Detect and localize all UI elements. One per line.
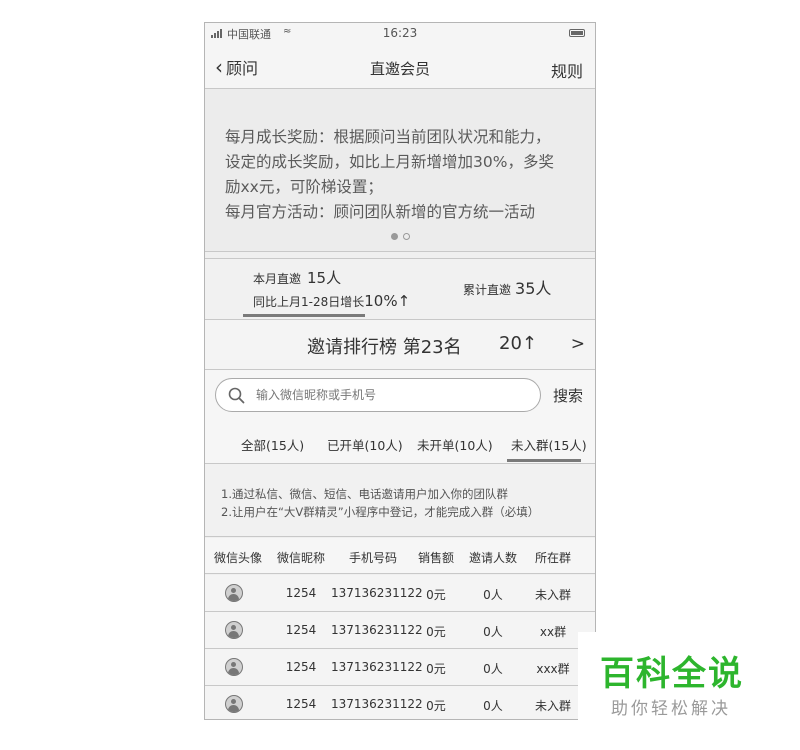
- sales-cell: 0元: [426, 588, 446, 602]
- watermark-slogan: 助你轻松解决: [611, 699, 731, 719]
- table-row[interactable]: 1254 137136231122 0元 0人 xx群: [205, 612, 595, 649]
- table-row[interactable]: 1254 137136231122 0元 0人 未入群: [205, 575, 595, 612]
- instruction-line-1: 1.通过私信、微信、短信、电话邀请用户加入你的团队群: [221, 487, 508, 501]
- sales-cell: 0元: [426, 662, 446, 676]
- phone-cell: 137136231122: [331, 586, 423, 600]
- column-header-sales: 销售额: [417, 551, 454, 565]
- column-header-avatar: 微信头像: [213, 551, 262, 565]
- watermark: 百科全说 助你轻松解决: [578, 632, 800, 750]
- phone-cell: 137136231122: [331, 697, 423, 711]
- back-button[interactable]: ‹ 顾问: [215, 55, 258, 79]
- search-icon: [228, 387, 245, 408]
- promo-banner[interactable]: 每月成长奖励：根据顾问当前团队状况和能力， 设定的成长奖励，如比上月新增增加30…: [205, 89, 595, 252]
- tab-ordered[interactable]: 已开单(10人): [327, 435, 403, 454]
- back-label: 顾问: [226, 59, 259, 78]
- column-header-phone: 手机号码: [348, 551, 397, 565]
- status-time: 16:23: [382, 26, 418, 40]
- total-invites-label: 累计直邀: [463, 283, 512, 297]
- column-header-nickname: 微信昵称: [276, 551, 325, 565]
- tab-all[interactable]: 全部(15人): [241, 435, 304, 454]
- nickname-cell: 1254: [285, 586, 317, 600]
- phone-frame: 中国联通 ≈ 16:23 ‹ 顾问 直邀会员 规则 每月成长奖励：根据顾问当前团…: [204, 22, 596, 720]
- total-invites: 累计直邀 35人: [463, 275, 551, 299]
- banner-line: 设定的成长奖励，如比上月新增增加30%，多奖: [225, 153, 554, 171]
- status-bar: 中国联通 ≈ 16:23: [205, 23, 595, 43]
- search-box[interactable]: [215, 378, 541, 412]
- invites-cell: 0人: [483, 699, 503, 713]
- month-invites-label: 本月直邀: [253, 272, 302, 286]
- column-header-group: 所在群: [534, 551, 571, 565]
- invites-cell: 0人: [483, 588, 503, 602]
- user-avatar-icon: [225, 658, 243, 676]
- user-avatar-icon: [225, 584, 243, 602]
- watermark-logo-text: 百科全说: [600, 654, 744, 694]
- user-avatar-icon: [225, 695, 243, 713]
- instruction-line-2: 2.让用户在“大V群精灵”小程序中登记，才能完成入群（必填）: [221, 505, 540, 519]
- growth-value: 10%↑: [364, 292, 411, 310]
- invites-cell: 0人: [483, 625, 503, 639]
- invites-cell: 0人: [483, 662, 503, 676]
- month-invites: 本月直邀 15人: [253, 267, 341, 288]
- page-title: 直邀会员: [369, 60, 430, 78]
- battery-icon: [569, 29, 585, 37]
- banner-text: 每月成长奖励：根据顾问当前团队状况和能力， 设定的成长奖励，如比上月新增增加30…: [225, 125, 587, 225]
- nickname-cell: 1254: [285, 697, 317, 711]
- growth-stat: 同比上月1-28日增长10%↑: [253, 292, 410, 310]
- nav-bar: ‹ 顾问 直邀会员 规则: [205, 43, 595, 89]
- chevron-right-icon: >: [570, 334, 585, 354]
- filter-tabs: 全部(15人) 已开单(10人) 未开单(10人) 未入群(15人): [205, 420, 595, 464]
- ranking-label: 邀请排行榜 第23名: [307, 337, 462, 358]
- table-row[interactable]: 1254 137136231122 0元 0人 xxx群: [205, 649, 595, 686]
- invite-stats: 本月直邀 15人 同比上月1-28日增长10%↑ 累计直邀 35人: [205, 258, 595, 320]
- carousel-indicator: [205, 233, 595, 240]
- total-invites-value: 35人: [515, 279, 552, 298]
- table-row[interactable]: 1254 137136231122 0元 0人 未入群: [205, 686, 595, 719]
- growth-label: 同比上月1-28日增长: [253, 295, 365, 309]
- nickname-cell: 1254: [285, 660, 317, 674]
- table-header: 微信头像 微信昵称 手机号码 销售额 邀请人数 所在群: [205, 538, 595, 574]
- search-input[interactable]: [256, 379, 526, 411]
- group-cell: 未入群: [534, 588, 571, 602]
- carousel-dot-active[interactable]: [390, 233, 398, 240]
- search-area: 搜索: [205, 370, 595, 420]
- phone-cell: 137136231122: [331, 660, 423, 674]
- tab-not-ordered[interactable]: 未开单(10人): [417, 435, 493, 454]
- banner-line: 每月成长奖励：根据顾问当前团队状况和能力，: [225, 128, 551, 146]
- month-invites-value: 15人: [307, 269, 342, 287]
- carousel-dot[interactable]: [402, 233, 410, 240]
- tab-not-joined[interactable]: 未入群(15人): [511, 435, 587, 454]
- ranking-row[interactable]: 邀请排行榜 第23名 20↑ >: [205, 320, 595, 370]
- banner-line: 每月官方活动：顾问团队新增的官方统一活动: [225, 203, 536, 221]
- sales-cell: 0元: [426, 699, 446, 713]
- banner-line: 励xx元，可阶梯设置；: [225, 178, 383, 196]
- group-cell: 未入群: [534, 699, 571, 713]
- rules-button[interactable]: 规则: [551, 58, 583, 82]
- user-avatar-icon: [225, 621, 243, 639]
- sales-cell: 0元: [426, 625, 446, 639]
- phone-cell: 137136231122: [331, 623, 423, 637]
- chevron-left-icon: ‹: [215, 55, 223, 79]
- search-button[interactable]: 搜索: [553, 385, 583, 406]
- group-cell: xx群: [539, 625, 567, 639]
- ranking-change: 20↑: [499, 333, 537, 354]
- instructions: 1.通过私信、微信、短信、电话邀请用户加入你的团队群 2.让用户在“大V群精灵”…: [205, 464, 595, 537]
- stat-underline: [243, 314, 365, 317]
- group-cell: xxx群: [536, 662, 570, 676]
- nickname-cell: 1254: [285, 623, 317, 637]
- active-tab-indicator: [507, 459, 581, 462]
- column-header-invites: 邀请人数: [468, 551, 517, 565]
